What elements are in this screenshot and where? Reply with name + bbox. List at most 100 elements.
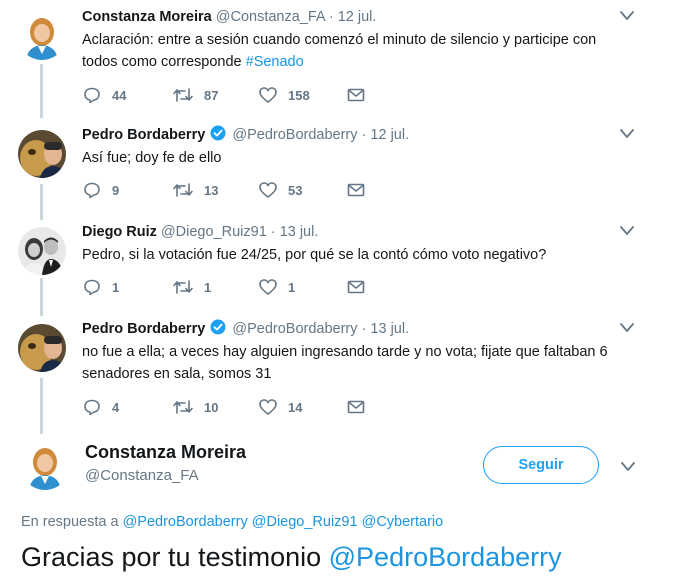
retweet-count: 13 — [204, 182, 219, 198]
like-icon — [259, 399, 277, 415]
like-count: 53 — [288, 182, 303, 198]
reply-count: 9 — [112, 182, 120, 198]
tweet[interactable]: Pedro Bordaberry @PedroBordaberry · 13 j… — [0, 319, 679, 429]
like-count: 14 — [288, 399, 303, 415]
author-handle[interactable]: @PedroBordaberry — [232, 321, 357, 337]
author-name[interactable]: Pedro Bordaberry — [82, 127, 205, 143]
message-button[interactable] — [346, 395, 366, 419]
separator-dot: · — [328, 9, 334, 25]
reply-button[interactable]: 9 — [82, 178, 119, 202]
tweet[interactable]: Constanza Moreira @Constanza_FA · 12 jul… — [0, 7, 679, 117]
mention-link[interactable]: @PedroBordaberry — [123, 514, 248, 530]
like-count: 1 — [288, 279, 296, 295]
avatar[interactable] — [18, 324, 66, 372]
message-icon — [347, 400, 365, 414]
tweet-text-fragment: todos como corresponde — [82, 54, 246, 70]
chevron-down-icon[interactable] — [620, 460, 636, 474]
reply-button[interactable]: 4 — [82, 395, 119, 419]
chevron-down-icon[interactable] — [619, 9, 635, 23]
mention-link[interactable]: @PedroBordaberry — [329, 542, 562, 572]
tweet-text-line: Pedro, si la votación fue 24/25, por qué… — [82, 247, 547, 263]
follow-button[interactable]: Seguir — [483, 446, 599, 484]
tweet-text: no fue a ella; a veces hay alguien ingre… — [82, 341, 642, 385]
retweet-count: 87 — [204, 87, 219, 103]
timestamp[interactable]: 13 jul. — [370, 321, 409, 337]
chevron-down-icon[interactable] — [619, 224, 635, 238]
tweet[interactable]: Diego Ruiz @Diego_Ruiz91 · 13 jul. Pedro… — [0, 222, 679, 312]
author-handle[interactable]: @Constanza_FA — [216, 9, 325, 25]
message-button[interactable] — [346, 275, 366, 299]
reply-icon — [84, 87, 100, 104]
separator-dot: · — [361, 321, 367, 337]
tweet-text-line: todos como corresponde #Senado — [82, 51, 642, 73]
reply-prefix: En respuesta a — [21, 514, 123, 530]
main-author-handle[interactable]: @Constanza_FA — [85, 467, 199, 484]
timestamp[interactable]: 13 jul. — [280, 224, 319, 240]
like-button[interactable]: 1 — [258, 275, 295, 299]
verified-icon — [210, 319, 226, 335]
like-icon — [259, 279, 277, 295]
reply-icon — [84, 182, 100, 199]
tweet-text-line: senadores en sala, somos 31 — [82, 366, 272, 382]
retweet-button[interactable]: 1 — [172, 275, 211, 299]
reply-count: 1 — [112, 279, 120, 295]
like-icon — [259, 182, 277, 198]
like-button[interactable]: 14 — [258, 395, 302, 419]
retweet-icon — [173, 183, 193, 197]
reply-button[interactable]: 44 — [82, 83, 126, 107]
like-button[interactable]: 53 — [258, 178, 302, 202]
reply-count: 4 — [112, 399, 120, 415]
tweet-header: Pedro Bordaberry @PedroBordaberry · 13 j… — [82, 319, 409, 339]
message-icon — [347, 280, 365, 294]
timestamp[interactable]: 12 jul. — [338, 9, 377, 25]
retweet-icon — [173, 400, 193, 414]
tweet-header: Pedro Bordaberry @PedroBordaberry · 12 j… — [82, 125, 409, 145]
tweet-text: Así fue; doy fe de ello — [82, 147, 642, 169]
reply-count: 44 — [112, 87, 127, 103]
tweet-text: Aclaración: entre a sesión cuando comenz… — [82, 29, 642, 73]
like-count: 158 — [288, 87, 310, 103]
mention-link[interactable]: @Cybertario — [362, 514, 444, 530]
tweet-text-line: Así fue; doy fe de ello — [82, 150, 222, 166]
avatar[interactable] — [18, 227, 66, 275]
message-button[interactable] — [346, 178, 366, 202]
chevron-down-icon[interactable] — [619, 321, 635, 335]
author-name[interactable]: Diego Ruiz — [82, 224, 157, 240]
author-handle[interactable]: @PedroBordaberry — [232, 127, 357, 143]
reply-context: En respuesta a @PedroBordaberry @Diego_R… — [21, 514, 443, 530]
avatar[interactable] — [18, 12, 66, 60]
tweet-text-line: no fue a ella; a veces hay alguien ingre… — [82, 344, 608, 360]
like-icon — [259, 87, 277, 103]
mention-link[interactable]: @Diego_Ruiz91 — [252, 514, 358, 530]
retweet-button[interactable]: 10 — [172, 395, 218, 419]
message-icon — [347, 183, 365, 197]
retweet-button[interactable]: 13 — [172, 178, 218, 202]
tweet[interactable]: Pedro Bordaberry @PedroBordaberry · 12 j… — [0, 125, 679, 215]
timestamp[interactable]: 12 jul. — [370, 127, 409, 143]
hashtag-link[interactable]: #Senado — [246, 54, 304, 70]
separator-dot: · — [270, 224, 276, 240]
tweet-header: Constanza Moreira @Constanza_FA · 12 jul… — [82, 7, 376, 27]
author-name[interactable]: Constanza Moreira — [82, 9, 212, 25]
like-button[interactable]: 158 — [258, 83, 310, 107]
retweet-button[interactable]: 87 — [172, 83, 218, 107]
chevron-down-icon[interactable] — [619, 127, 635, 141]
message-button[interactable] — [346, 83, 366, 107]
reply-button[interactable]: 1 — [82, 275, 119, 299]
avatar[interactable] — [21, 442, 69, 490]
retweet-icon — [173, 88, 193, 102]
reply-icon — [84, 279, 100, 296]
avatar[interactable] — [18, 130, 66, 178]
verified-icon — [210, 125, 226, 141]
author-handle[interactable]: @Diego_Ruiz91 — [161, 224, 267, 240]
reply-icon — [84, 399, 100, 416]
tweet-text-line: Aclaración: entre a sesión cuando comenz… — [82, 32, 597, 48]
retweet-icon — [173, 280, 193, 294]
separator-dot: · — [361, 127, 367, 143]
tweet-header: Diego Ruiz @Diego_Ruiz91 · 13 jul. — [82, 222, 318, 242]
message-icon — [347, 88, 365, 102]
author-name[interactable]: Pedro Bordaberry — [82, 321, 205, 337]
main-author-name[interactable]: Constanza Moreira — [85, 442, 246, 463]
main-tweet-text: Gracias por tu testimonio @PedroBordaber… — [21, 542, 562, 573]
retweet-count: 1 — [204, 279, 212, 295]
